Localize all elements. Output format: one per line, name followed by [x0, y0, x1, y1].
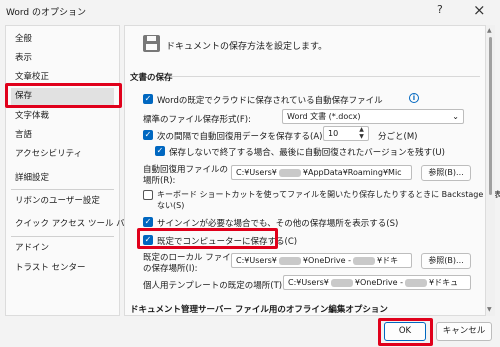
- local-location-label-2: の保存場所(I):: [143, 264, 198, 274]
- template-location-input[interactable]: C:¥Users¥ ¥OneDrive - ¥ドキュ: [283, 275, 471, 290]
- save-to-computer-checkbox[interactable]: ✓: [143, 235, 153, 245]
- sidebar-item-proofing[interactable]: 文章校正: [11, 69, 114, 86]
- autosave-cloud-label: Wordの既定でクラウドに保存されている自動保存ファイル: [157, 96, 383, 106]
- sidebar-item-typography[interactable]: 文字体裁: [11, 108, 114, 125]
- sidebar-item-display[interactable]: 表示: [11, 50, 114, 67]
- close-icon[interactable]: ×: [473, 1, 486, 19]
- save-floppy-icon: [143, 35, 160, 52]
- sidebar-item-quick-access[interactable]: クイック アクセス ツール バー: [11, 216, 133, 233]
- autorecover-minutes-value: 10: [328, 129, 339, 138]
- sidebar-item-general[interactable]: 全般: [11, 31, 114, 48]
- sidebar-item-save[interactable]: 保存: [11, 88, 114, 105]
- path-prefix: C:¥Users¥: [236, 256, 277, 265]
- sidebar-item-accessibility[interactable]: アクセシビリティ: [11, 146, 114, 163]
- template-location-label: 個人用テンプレートの既定の場所(T):: [143, 281, 285, 291]
- format-label: 標準のファイル保存形式(F):: [143, 115, 251, 125]
- redacted-username: [278, 256, 301, 265]
- shortcut-backstage-checkbox[interactable]: [143, 190, 153, 200]
- chevron-down-icon: ⌄: [452, 112, 459, 121]
- save-to-computer-label: 既定でコンピューターに保存する(C): [157, 237, 298, 247]
- redacted-username: [330, 278, 353, 287]
- format-dropdown[interactable]: Word 文書 (*.docx) ⌄: [282, 109, 464, 124]
- path-suffix: ¥OneDrive -: [354, 278, 404, 287]
- sidebar-divider: [11, 189, 114, 190]
- format-value: Word 文書 (*.docx): [287, 112, 361, 121]
- path-prefix: C:¥Users¥: [288, 278, 329, 287]
- help-icon[interactable]: ?: [437, 3, 443, 16]
- path-suffix: ¥AppData¥Roaming¥Mic: [302, 168, 402, 177]
- show-more-locations-checkbox[interactable]: ✓: [143, 217, 153, 227]
- autorecover-checkbox[interactable]: ✓: [143, 130, 153, 140]
- scroll-up-icon[interactable]: ▲: [487, 27, 492, 34]
- local-browse-button[interactable]: 参照(B)...: [421, 253, 471, 269]
- path-end: ¥ドキュ: [429, 278, 459, 287]
- keep-last-checkbox[interactable]: ✓: [155, 146, 165, 156]
- info-icon[interactable]: i: [409, 93, 419, 103]
- scrollbar-thumb[interactable]: [489, 37, 492, 195]
- scrollbar[interactable]: ▲ ▼: [486, 25, 495, 316]
- autosave-cloud-checkbox[interactable]: ✓: [143, 94, 153, 104]
- redacted-org: [353, 256, 376, 265]
- redacted-org: [405, 278, 428, 287]
- redacted-username: [278, 168, 301, 177]
- sidebar-item-language[interactable]: 言語: [11, 127, 114, 144]
- ok-button[interactable]: OK: [384, 322, 426, 341]
- autorecover-location-input[interactable]: C:¥Users¥ ¥AppData¥Roaming¥Mic: [231, 165, 412, 180]
- autorecover-location-label-2: 場所(R):: [143, 176, 176, 186]
- keep-last-label: 保存しないで終了する場合、最後に自動回復されたバージョンを残す(U): [169, 148, 445, 158]
- show-more-locations-label: サインインが必要な場合でも、その他の保存場所を表示する(S): [157, 219, 399, 229]
- sidebar-divider: [11, 236, 114, 237]
- cancel-button[interactable]: キャンセル: [436, 322, 492, 341]
- autorecover-unit: 分ごと(M): [378, 132, 418, 142]
- path-suffix: ¥OneDrive -: [302, 256, 352, 265]
- spin-down-icon[interactable]: ▼: [357, 133, 366, 140]
- page-header: ドキュメントの保存方法を設定します。: [166, 42, 328, 52]
- sidebar-item-advanced[interactable]: 詳細設定: [11, 170, 114, 187]
- local-location-input[interactable]: C:¥Users¥ ¥OneDrive - ¥ドキ: [231, 253, 412, 268]
- path-end: ¥ドキ: [377, 256, 399, 265]
- autorecover-browse-button[interactable]: 参照(B)...: [421, 165, 471, 181]
- path-prefix: C:¥Users¥: [236, 168, 277, 177]
- autorecover-label: 次の間隔で自動回復用データを保存する(A):: [157, 132, 326, 142]
- scroll-down-icon[interactable]: ▼: [487, 306, 492, 313]
- section-divider: [170, 76, 480, 77]
- spin-up-icon[interactable]: ▲: [357, 126, 366, 133]
- title-bar: Word のオプション ? ×: [0, 0, 500, 22]
- window-title: Word のオプション: [6, 8, 86, 18]
- sidebar-item-ribbon[interactable]: リボンのユーザー設定: [11, 193, 114, 210]
- sidebar-item-trust-center[interactable]: トラスト センター: [11, 260, 114, 277]
- shortcut-backstage-label-2: ない(S): [157, 201, 185, 210]
- shortcut-backstage-label-1: キーボード ショートカットを使ってファイルを開いたり保存したりするときに Bac…: [157, 190, 500, 199]
- sidebar: 全般 表示 文章校正 保存 文字体裁 言語 アクセシビリティ 詳細設定 リボンの…: [5, 25, 133, 316]
- sidebar-item-addins[interactable]: アドイン: [11, 240, 114, 257]
- section-offline-heading: ドキュメント管理サーバー ファイル用のオフライン編集オプション: [130, 305, 388, 315]
- section-save-heading: 文書の保存: [130, 73, 173, 83]
